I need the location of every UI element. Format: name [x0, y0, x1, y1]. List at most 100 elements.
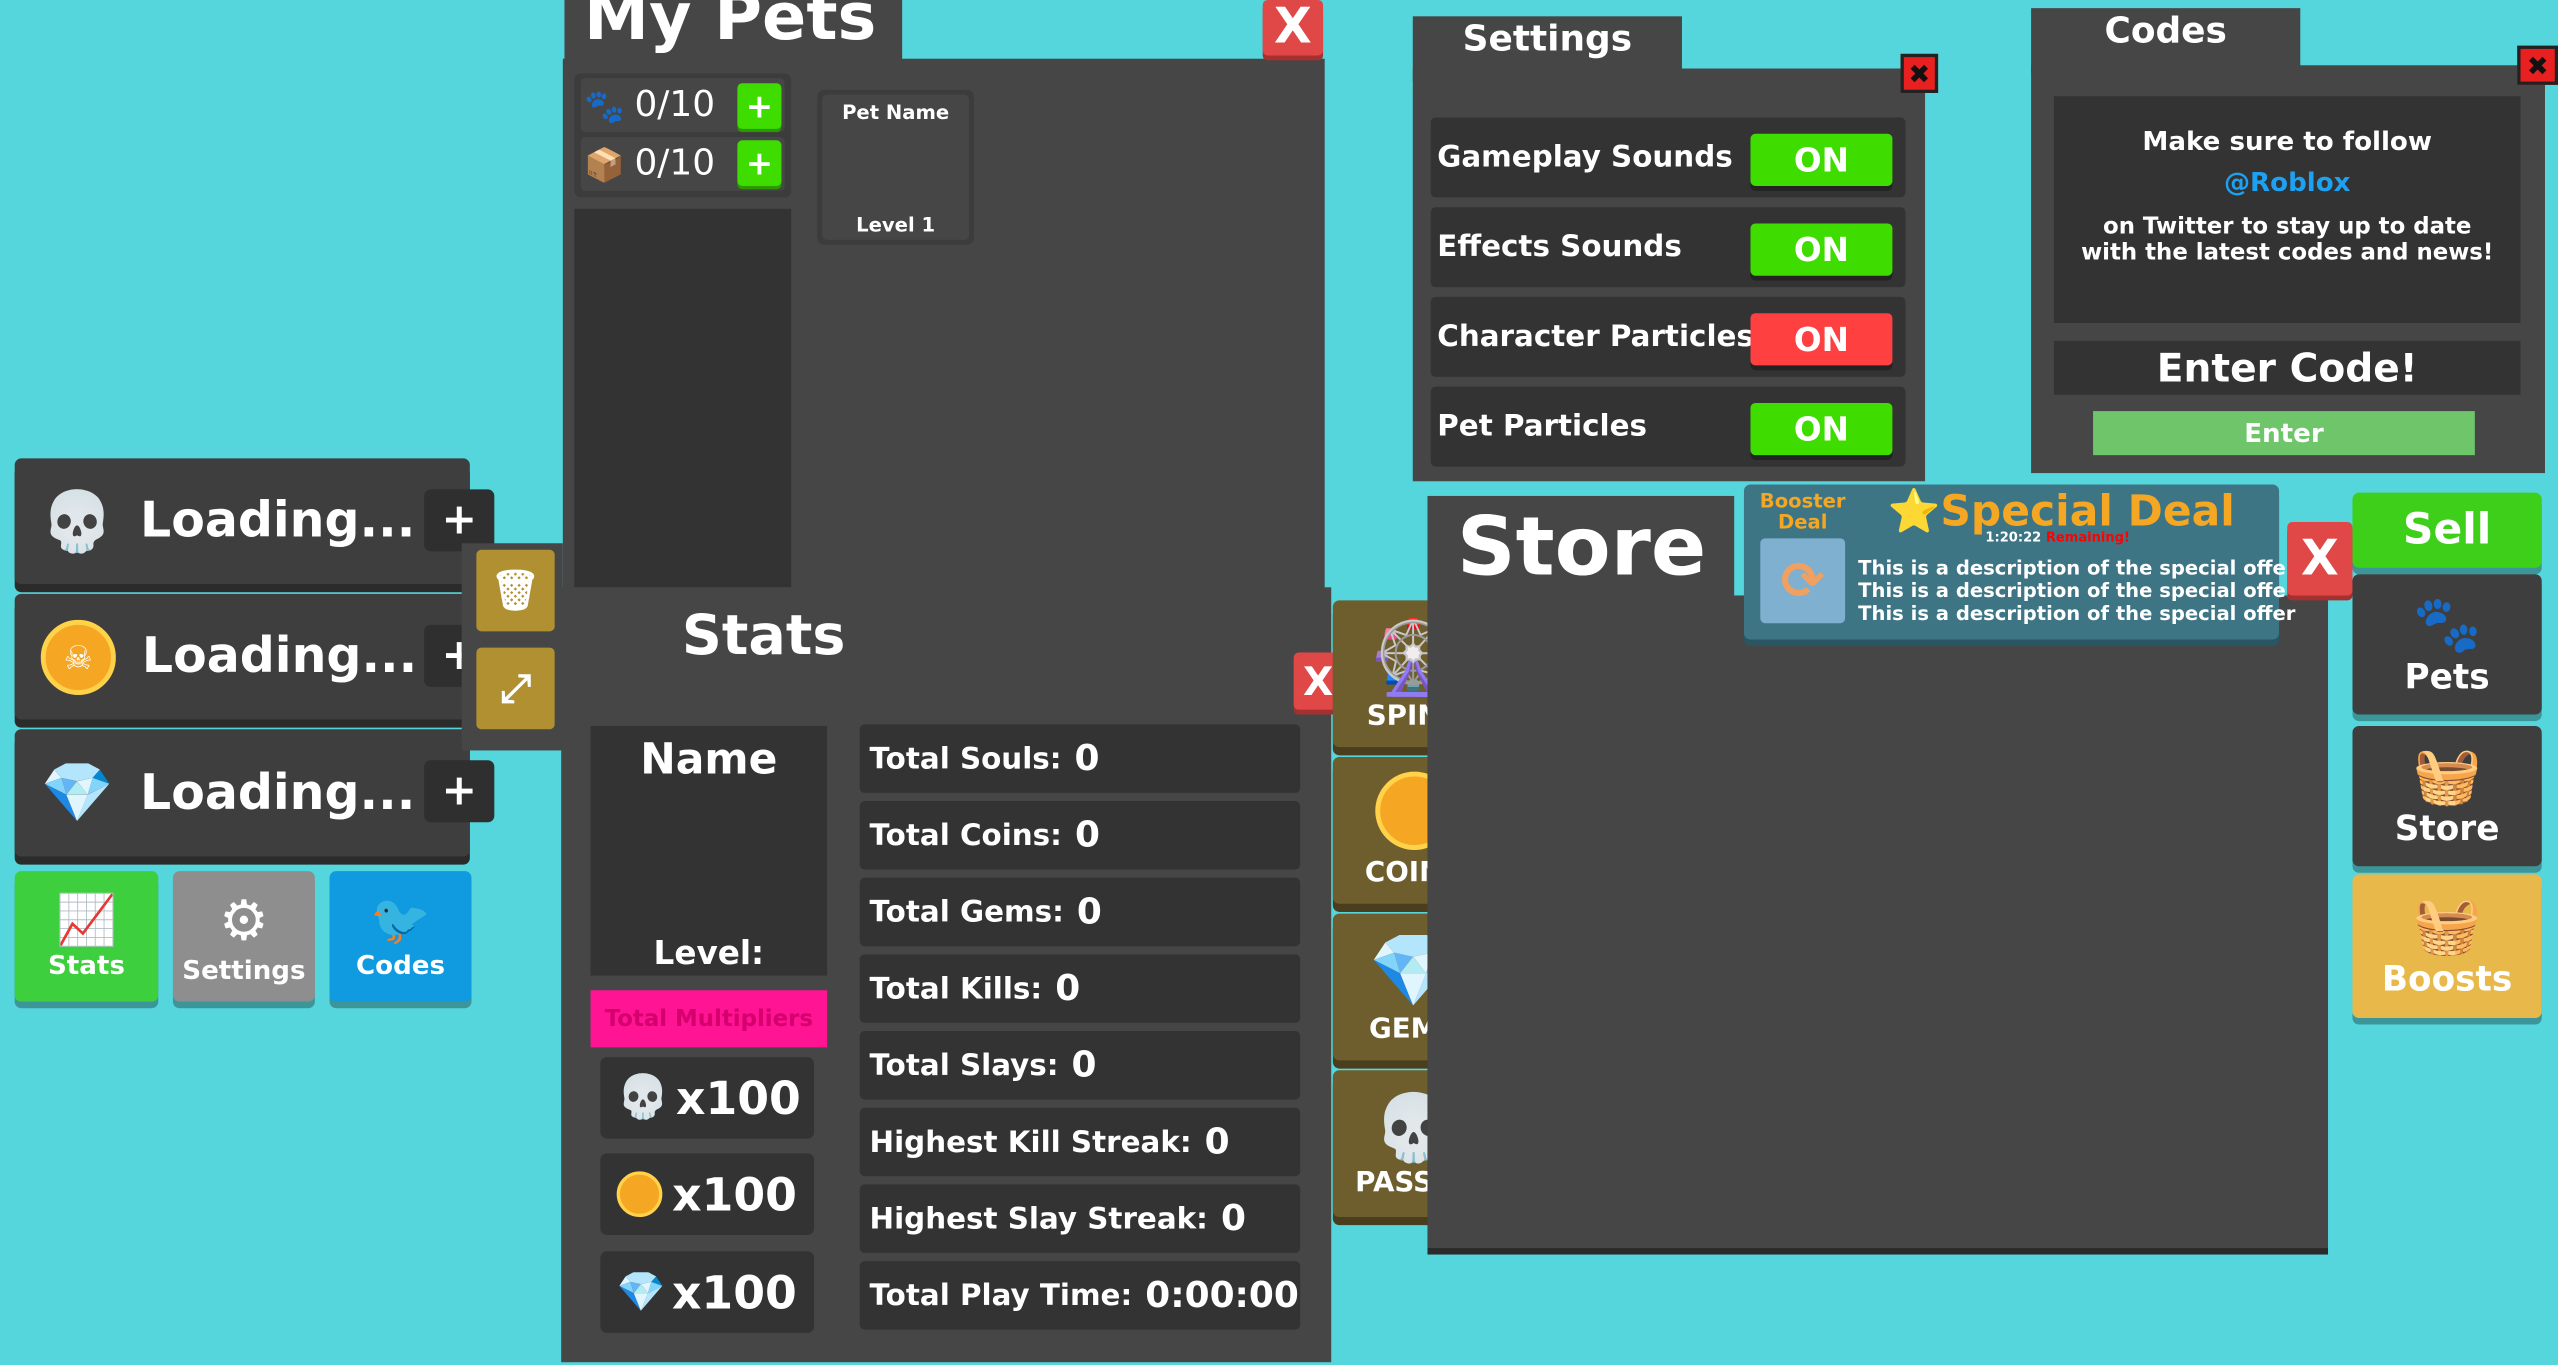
stat-row: Total Kills: 0: [859, 954, 1301, 1023]
stat-label: Total Souls:: [869, 741, 1062, 776]
stat-row: Total Gems: 0: [859, 877, 1301, 947]
enter-code-button[interactable]: Enter: [2093, 411, 2475, 456]
deal-remaining: Remaining!: [2045, 530, 2130, 545]
souls-multiplier: 💀 x100: [600, 1057, 815, 1139]
setting-toggle[interactable]: ON: [1750, 402, 1893, 456]
stats-button[interactable]: 📈 Stats: [14, 871, 159, 1002]
stat-label: Highest Slay Streak:: [869, 1201, 1208, 1236]
stat-row: Total Play Time: 0:00:00: [859, 1261, 1301, 1330]
pet-details: [574, 208, 792, 588]
special-deal-banner[interactable]: Booster Deal ⟳ ⭐Special Deal 1:20:22 Rem…: [1743, 484, 2295, 640]
coins-bar: ☠ Loading...: [14, 593, 470, 720]
coins-multiplier-value: x100: [672, 1167, 797, 1222]
skull-icon: 💀: [616, 1073, 670, 1123]
coins-value: Loading...: [141, 628, 418, 686]
coins-multiplier: x100: [600, 1153, 815, 1235]
stat-value: 0:00:00: [1145, 1274, 1299, 1316]
stat-label: Total Gems:: [869, 894, 1064, 930]
setting-toggle[interactable]: ON: [1750, 133, 1893, 186]
booster-deal-label: Booster Deal: [1759, 489, 1846, 534]
paw-icon: 🐾: [584, 85, 625, 125]
store-title-tab: Store: [1427, 495, 1735, 604]
player-level: Level:: [653, 933, 765, 973]
setting-toggle[interactable]: ON: [1750, 223, 1893, 276]
add-pet-slot-button[interactable]: +: [737, 83, 782, 129]
gems-multiplier-value: x100: [671, 1265, 797, 1319]
store-close-button[interactable]: X: [2287, 522, 2353, 596]
settings-button[interactable]: ⚙ Settings: [172, 871, 315, 1002]
codes-close-button[interactable]: ✖: [2517, 45, 2558, 85]
stat-row: Total Slays: 0: [859, 1031, 1301, 1100]
resize-icon[interactable]: ⤢: [476, 647, 555, 730]
setting-label: Character Particles: [1437, 319, 1754, 355]
souls-value: Loading...: [140, 492, 416, 550]
stat-value: 0: [1055, 968, 1081, 1010]
player-card: Name Level:: [590, 725, 828, 976]
coin-icon: ☠: [40, 619, 116, 695]
stat-label: Total Kills:: [869, 971, 1043, 1006]
pet-card[interactable]: Pet Name Level 1: [817, 89, 974, 245]
paw-icon: 🐾: [2412, 592, 2482, 658]
pets-title: My Pets: [584, 0, 877, 56]
codes-message: Make sure to follow @Roblox on Twitter t…: [2053, 96, 2521, 324]
gems-value: Loading...: [140, 764, 416, 822]
game-screen: 💀 Loading... + ☠ Loading... + 💎 Loading.…: [0, 0, 2558, 1365]
sell-button[interactable]: Sell: [2352, 492, 2542, 568]
pet-capacity-value: 0/10: [634, 84, 716, 126]
stat-label: Total Play Time:: [869, 1278, 1133, 1313]
settings-close-button[interactable]: ✖: [1900, 53, 1939, 93]
setting-label: Effects Sounds: [1437, 230, 1682, 265]
setting-row: Character Particles ON: [1430, 296, 1906, 377]
boosts-label: Boosts: [2381, 959, 2513, 999]
stat-value: 0: [1204, 1121, 1230, 1163]
stat-row: Highest Slay Streak: 0: [859, 1184, 1301, 1253]
player-name: Name: [640, 735, 778, 785]
boost-basket-icon: 🧺: [2412, 894, 2482, 960]
add-gems-button[interactable]: +: [424, 760, 495, 823]
pets-close-button[interactable]: X: [1262, 0, 1324, 56]
pet-level: Level 1: [856, 213, 936, 237]
pet-name: Pet Name: [842, 101, 950, 124]
stat-value: 0: [1074, 738, 1100, 779]
store-panel: [1427, 595, 2329, 1249]
codes-button[interactable]: 🐦 Codes: [329, 871, 472, 1002]
store-button[interactable]: 🧺 Store: [2352, 725, 2542, 867]
add-souls-button[interactable]: +: [424, 489, 495, 552]
setting-row: Gameplay Sounds ON: [1430, 117, 1906, 198]
gem-icon: 💎: [616, 1269, 666, 1315]
store-title: Store: [1456, 499, 1707, 594]
settings-label: Settings: [182, 953, 306, 985]
code-input[interactable]: Enter Code!: [2053, 340, 2521, 395]
souls-multiplier-value: x100: [676, 1071, 801, 1125]
codes-title: Codes: [2104, 11, 2227, 53]
gems-multiplier: 💎 x100: [600, 1251, 815, 1333]
stat-label: Total Slays:: [869, 1048, 1059, 1083]
boosts-button[interactable]: 🧺 Boosts: [2352, 874, 2542, 1018]
deal-timer-value: 1:20:22: [1985, 530, 2042, 545]
pets-title-tab: My Pets: [564, 0, 903, 66]
total-multipliers-label: Total Multipliers: [590, 990, 828, 1048]
stat-label: Total Coins:: [869, 818, 1062, 853]
pets-button[interactable]: 🐾 Pets: [2352, 574, 2542, 715]
codes-line2: on Twitter to stay up to date with the l…: [2081, 213, 2494, 266]
settings-title: Settings: [1462, 19, 1633, 61]
trash-icon[interactable]: 🗑: [476, 549, 555, 632]
setting-label: Gameplay Sounds: [1437, 140, 1733, 175]
stat-value: 0: [1076, 891, 1102, 933]
deal-description: This is a description of the special off…: [1858, 601, 2296, 625]
pets-label: Pets: [2404, 657, 2490, 697]
deal-timer: 1:20:22 Remaining!: [1985, 530, 2130, 545]
coin-icon: [616, 1171, 663, 1218]
twitter-handle[interactable]: @Roblox: [2074, 166, 2501, 197]
add-storage-button[interactable]: +: [737, 140, 782, 186]
gem-icon: 💎: [40, 760, 114, 828]
setting-toggle[interactable]: ON: [1750, 313, 1893, 366]
coin-refresh-icon: ⟳: [1760, 538, 1846, 624]
skull-icon: 💀: [40, 488, 114, 556]
stat-value: 0: [1071, 1044, 1097, 1086]
stat-label: Highest Kill Streak:: [869, 1124, 1192, 1160]
store-label: Store: [2394, 809, 2500, 849]
setting-row: Effects Sounds ON: [1430, 207, 1906, 288]
stat-value: 0: [1074, 814, 1100, 856]
star-icon: ⭐: [1887, 487, 1941, 537]
